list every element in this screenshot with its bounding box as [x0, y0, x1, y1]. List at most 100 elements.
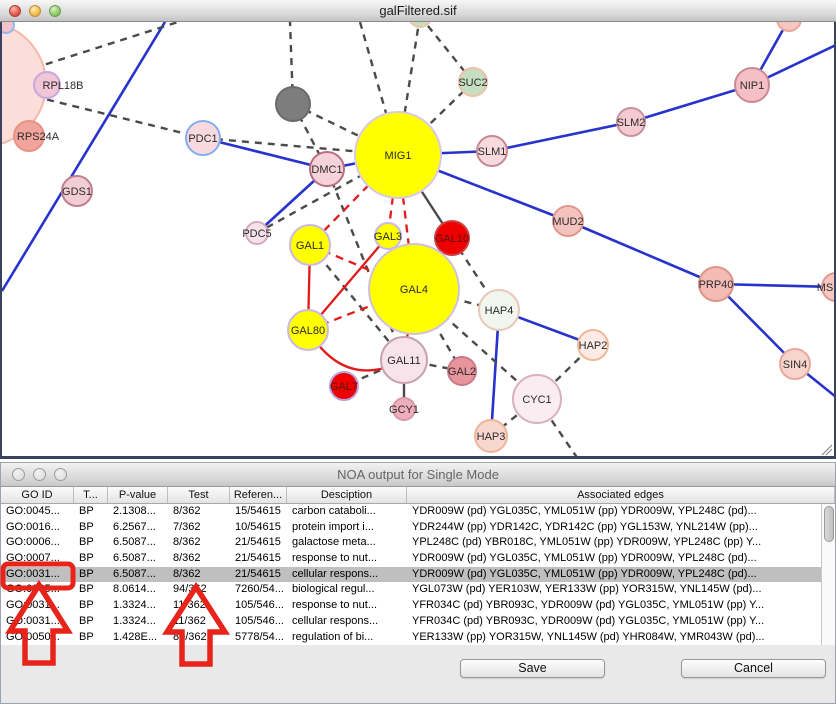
node-label-GAL1: GAL1: [296, 240, 324, 252]
node-label-SLM1: SLM1: [478, 146, 507, 158]
cell-p_value: 6.5087...: [108, 551, 168, 567]
cell-go_id: GO:0050...: [1, 630, 74, 646]
cell-go_id: GO:0016...: [1, 520, 74, 536]
cell-description: protein import i...: [287, 520, 407, 536]
node-label-HAP3: HAP3: [477, 431, 506, 443]
cell-type: BP: [74, 535, 108, 551]
resize-grip[interactable]: [822, 445, 832, 455]
cell-edges: YDR009W (pd) YGL035C, YML051W (pp) YDR00…: [407, 567, 835, 583]
close-button[interactable]: [9, 5, 21, 17]
node-label-GCY1: GCY1: [389, 404, 419, 416]
node-label-MIG1: MIG1: [385, 150, 412, 162]
node-node-corner[interactable]: [2, 22, 14, 33]
cancel-button[interactable]: Cancel: [681, 659, 826, 678]
node-label-GAL2: GAL2: [448, 366, 476, 378]
cell-reference: 21/54615: [230, 535, 287, 551]
table-row[interactable]: GO:0031...BP6.5087...8/36221/54615cellul…: [1, 567, 835, 583]
scrollbar-thumb[interactable]: [824, 506, 834, 542]
cell-reference: 5778/54...: [230, 630, 287, 646]
table-row[interactable]: GO:0065...BP8.0614...94/3627260/54...bio…: [1, 582, 835, 598]
table-row[interactable]: GO:0031...BP1.3324...11/362105/546...cel…: [1, 614, 835, 630]
node-label-HAP2: HAP2: [579, 340, 608, 352]
noa-zoom-button[interactable]: [54, 468, 67, 481]
node-node-top-right[interactable]: [777, 22, 801, 31]
noa-minimize-button[interactable]: [33, 468, 46, 481]
graph-edge[interactable]: [492, 122, 631, 151]
noa-table-body[interactable]: GO:0045...BP2.1308...8/36215/54615carbon…: [1, 504, 835, 646]
cell-reference: 10/54615: [230, 520, 287, 536]
cell-reference: 21/54615: [230, 551, 287, 567]
cell-type: BP: [74, 630, 108, 646]
zoom-button[interactable]: [49, 5, 61, 17]
column-header-test[interactable]: Test: [168, 487, 230, 503]
node-label-PRP40: PRP40: [699, 279, 734, 291]
cell-p_value: 1.428E...: [108, 630, 168, 646]
cell-reference: 105/546...: [230, 598, 287, 614]
table-row[interactable]: GO:0006...BP6.5087...8/36221/54615galact…: [1, 535, 835, 551]
table-row[interactable]: GO:0031...BP1.3324...11/362105/546...res…: [1, 598, 835, 614]
cell-description: carbon cataboli...: [287, 504, 407, 520]
noa-table-header[interactable]: GO IDT...P-valueTestReferen...Desciption…: [1, 487, 835, 504]
cell-go_id: GO:0031...: [1, 567, 74, 583]
network-graph[interactable]: RPL18BRPS24AGDS1PDC1DMC1MIG1SUC2SLM1SLM2…: [2, 22, 834, 456]
network-titlebar[interactable]: galFiltered.sif: [0, 0, 836, 22]
node-label-GAL10: GAL10: [435, 233, 469, 245]
noa-close-button[interactable]: [12, 468, 25, 481]
node-label-SLM2: SLM2: [617, 117, 646, 129]
table-row[interactable]: GO:0050...BP1.428E...80/3625778/54...reg…: [1, 630, 835, 646]
screen: galFiltered.sif RPL18BRPS24AGDS1PDC1DMC1…: [0, 0, 836, 704]
node-label-GAL80: GAL80: [291, 325, 325, 337]
node-label-NIP1: NIP1: [740, 80, 764, 92]
cell-go_id: GO:0031...: [1, 598, 74, 614]
cell-type: BP: [74, 582, 108, 598]
table-row[interactable]: GO:0045...BP2.1308...8/36215/54615carbon…: [1, 504, 835, 520]
column-header-p-value[interactable]: P-value: [108, 487, 168, 503]
column-header-associated-edges[interactable]: Associated edges: [407, 487, 835, 503]
noa-window-title: NOA output for Single Mode: [337, 467, 499, 482]
minimize-button[interactable]: [29, 5, 41, 17]
cell-description: cellular respons...: [287, 567, 407, 583]
table-row[interactable]: GO:0016...BP6.2567...7/36210/54615protei…: [1, 520, 835, 536]
column-header-desciption[interactable]: Desciption: [287, 487, 407, 503]
cell-test: 94/362: [168, 582, 230, 598]
cell-type: BP: [74, 567, 108, 583]
cell-test: 80/362: [168, 630, 230, 646]
node-node-gray[interactable]: [276, 87, 310, 121]
cell-test: 11/362: [168, 598, 230, 614]
cell-test: 8/362: [168, 567, 230, 583]
save-button[interactable]: Save: [460, 659, 605, 678]
graph-edge[interactable]: [203, 138, 327, 169]
node-label-GAL4: GAL4: [400, 284, 428, 296]
cell-type: BP: [74, 551, 108, 567]
vertical-scrollbar[interactable]: [821, 504, 835, 646]
node-label-MSL: MSL: [817, 282, 834, 294]
cell-type: BP: [74, 614, 108, 630]
table-row[interactable]: GO:0007...BP6.5087...8/36221/54615respon…: [1, 551, 835, 567]
node-label-PDC5: PDC5: [242, 228, 271, 240]
column-header-go-id[interactable]: GO ID: [1, 487, 74, 503]
cell-test: 7/362: [168, 520, 230, 536]
cell-reference: 21/54615: [230, 567, 287, 583]
cell-p_value: 8.0614...: [108, 582, 168, 598]
cell-p_value: 6.5087...: [108, 535, 168, 551]
cell-edges: YER133W (pp) YOR315W, YNL145W (pd) YHR08…: [407, 630, 835, 646]
cell-edges: YGL073W (pd) YER103W, YER133W (pp) YOR31…: [407, 582, 835, 598]
cell-test: 8/362: [168, 535, 230, 551]
cell-go_id: GO:0006...: [1, 535, 74, 551]
cell-p_value: 1.3324...: [108, 614, 168, 630]
cell-edges: YFR034C (pd) YBR093C, YDR009W (pd) YGL03…: [407, 598, 835, 614]
cell-p_value: 1.3324...: [108, 598, 168, 614]
noa-titlebar[interactable]: NOA output for Single Mode: [1, 462, 835, 487]
graph-edge[interactable]: [568, 221, 716, 284]
graph-edge[interactable]: [631, 85, 752, 122]
cell-type: BP: [74, 520, 108, 536]
cell-p_value: 2.1308...: [108, 504, 168, 520]
network-canvas[interactable]: RPL18BRPS24AGDS1PDC1DMC1MIG1SUC2SLM1SLM2…: [0, 22, 836, 459]
column-header-t-[interactable]: T...: [74, 487, 108, 503]
cell-edges: YPL248C (pd) YBR018C, YML051W (pp) YDR00…: [407, 535, 835, 551]
node-label-GAL3: GAL3: [374, 231, 402, 243]
node-label-GAL11: GAL11: [387, 355, 420, 367]
column-header-referen-[interactable]: Referen...: [230, 487, 287, 503]
node-label-RPS24A: RPS24A: [17, 131, 60, 143]
noa-button-bar: Save Cancel: [1, 645, 835, 703]
